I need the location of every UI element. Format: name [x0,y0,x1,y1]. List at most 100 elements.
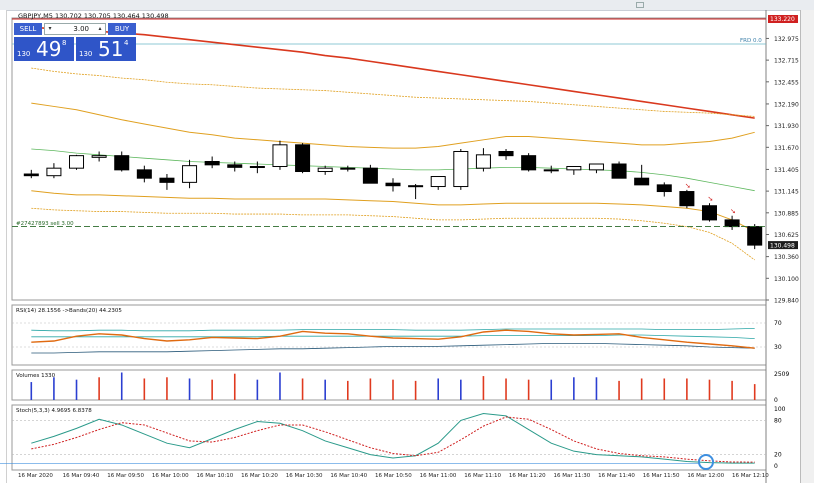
candle-body [656,184,672,193]
candle-body [566,166,582,171]
left-edge [0,10,7,483]
volume-axis-bottom: 0 [774,397,778,404]
cursor-guide-line [0,463,700,464]
frd-label: FRD 0.0 [740,38,762,44]
sell-arrow-icon: ➘ [685,182,691,190]
candle-body [385,182,401,187]
stoch-level-label: 100 [774,406,786,413]
stoch-level-label: 80 [774,417,782,424]
time-axis-label: 16 Mar 10:00 [152,473,189,479]
sell-quote[interactable]: 130 49 8 [14,37,74,61]
price-tick-label: 132.455 [774,79,799,86]
candle-body [701,205,717,221]
price-tick-label: 131.670 [774,145,799,152]
rsi-line [31,329,755,349]
candle-body [46,167,62,177]
sell-quote-big: 49 [36,37,62,61]
chart-area[interactable]: 132.975 132.715 132.455 132.190 131.930 131.6… [8,10,800,483]
one-click-trading-panel[interactable]: SELL ▾ 3.00 ▴ BUY 130 49 8 130 51 4 [14,23,136,61]
price-tick-label: 132.975 [774,36,799,43]
current-price-label: 130.498 [770,243,795,250]
candle-body [272,144,288,168]
time-axis-label: 16 Mar 10:40 [330,473,367,479]
candle-body [453,150,469,188]
time-axis-label: 16 Mar 11:50 [643,473,680,479]
candle-body [634,177,650,186]
rsi-band-upper-line [31,328,755,332]
volume-axis-top: 2509 [774,371,789,378]
candle-body [69,155,85,169]
candle-body [611,163,627,179]
price-tick-label: 131.145 [774,189,799,196]
buy-button[interactable]: BUY [108,23,136,35]
stoch-level-label: 0 [774,463,778,470]
window-control[interactable] [636,2,644,8]
sell-arrow-icon: ➘ [730,208,736,216]
candle-body [317,167,333,173]
moving-average-red-line [31,26,755,119]
candle-body [475,154,491,169]
candle-body [588,163,604,171]
lot-size-value[interactable]: 3.00 [73,25,89,33]
candle-body [114,155,130,171]
rsi-band-lower-line [31,342,755,354]
time-axis-label: 16 Mar 09:40 [63,473,100,479]
time-axis-label: 16 Mar 11:20 [509,473,546,479]
time-axis-label: 16 Mar 10:50 [375,473,412,479]
buy-quote[interactable]: 130 51 4 [76,37,136,61]
buy-quote-sup: 4 [124,39,129,47]
stoch-panel-label: Stoch(5,3,3) 4.9695 6.8378 [16,408,92,414]
rsi-panel-label: RSI(14) 28.1556 ->Bands(20) 44.2305 [16,308,122,314]
candle-body [724,219,740,228]
candle-body [430,176,446,188]
candle-body [159,177,175,183]
price-tick-label: 132.715 [774,58,799,65]
candle-body [747,226,763,246]
price-tick-label: 130.885 [774,210,799,217]
candle-body [204,161,220,166]
time-axis-label: 16 Mar 10:20 [241,473,278,479]
red-level-label: 133.220 [770,16,795,23]
right-side-panel[interactable] [800,10,814,483]
sell-arrow-icon: ➘ [707,195,713,203]
candle-body [408,185,424,188]
band-lower-line [31,190,755,233]
candle-body [340,167,356,170]
rsi-level-label: 30 [774,344,782,351]
time-axis-label: 16 Mar 11:00 [420,473,457,479]
volume-panel-label: Volumes 1330 [16,373,56,379]
candle-body [227,164,243,168]
lot-decrease-icon[interactable]: ▾ [46,24,54,34]
stoch-panel-frame [11,404,767,471]
lot-increase-icon[interactable]: ▴ [96,24,104,34]
price-tick-label: 129.840 [774,298,799,305]
candle-body [136,169,152,179]
stoch-signal-line [31,416,755,463]
time-axis-label: 16 Mar 10:10 [197,473,234,479]
candle-body [249,166,265,169]
buy-quote-big: 51 [98,37,124,61]
price-tick-label: 130.100 [774,276,799,283]
time-axis-label: 16 Mar 10:30 [286,473,323,479]
rsi-level-label: 70 [774,320,782,327]
buy-quote-prefix: 130 [79,50,93,58]
chart-symbol-header: GBPJPY,M5 130.702 130.705 130.464 130.49… [18,12,169,20]
candle-body [362,167,378,184]
time-axis-label: 16 Mar 2020 [18,473,53,479]
band-lower-outer-line [31,207,755,261]
lot-size-field[interactable]: ▾ 3.00 ▴ [44,23,106,35]
price-tick-label: 131.405 [774,167,799,174]
candle-body [182,165,198,183]
sell-button[interactable]: SELL [14,23,42,35]
chart-svg[interactable]: 132.975 132.715 132.455 132.190 131.930 131.6… [8,10,800,483]
sell-quote-sup: 8 [62,39,67,47]
time-axis-label: 16 Mar 11:30 [554,473,591,479]
candle-body [498,150,514,157]
time-axis-label: 16 Mar 11:40 [598,473,635,479]
candle-body [295,144,311,173]
time-axis-label: 16 Mar 12:00 [687,473,724,479]
band-upper-outer-line [31,67,755,117]
time-axis-label: 16 Mar 12:10 [732,473,769,479]
order-line-label: #27427893 sell 3.00 [16,221,74,227]
price-tick-label: 130.360 [774,254,799,261]
